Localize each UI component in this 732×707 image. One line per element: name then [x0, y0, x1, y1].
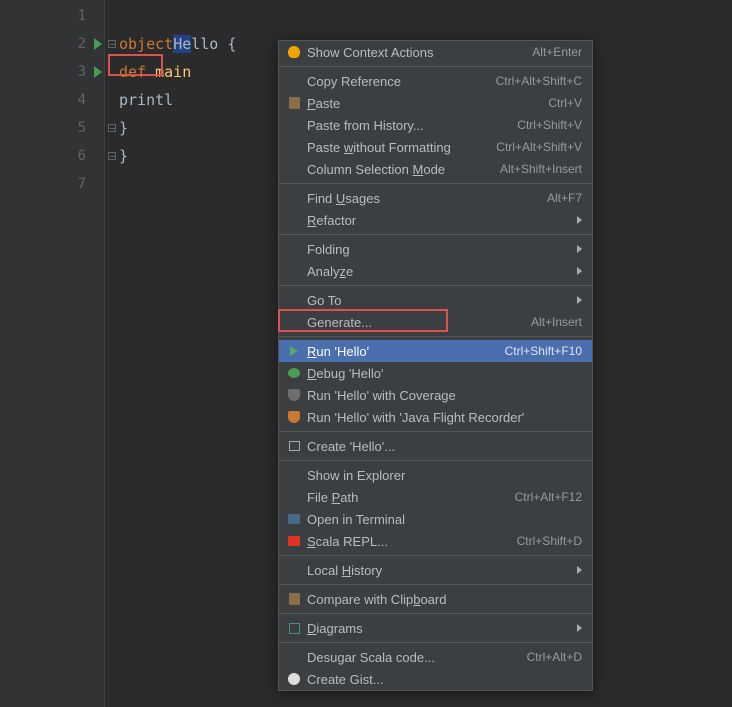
submenu-arrow-icon	[577, 566, 582, 574]
line-number: 7	[78, 176, 86, 192]
terminal-icon	[288, 514, 300, 524]
menu-show-context-actions[interactable]: Show Context Actions Alt+Enter	[279, 41, 592, 63]
line-number: 6	[78, 148, 86, 164]
menu-generate[interactable]: Generate... Alt+Insert	[279, 311, 592, 333]
run-gutter-icon[interactable]	[94, 38, 102, 50]
submenu-arrow-icon	[577, 245, 582, 253]
menu-run-hello[interactable]: Run 'Hello' Ctrl+Shift+F10	[279, 340, 592, 362]
submenu-arrow-icon	[577, 216, 582, 224]
bulb-icon	[288, 46, 300, 58]
clipboard-icon	[289, 593, 300, 605]
menu-debug-hello[interactable]: Debug 'Hello'	[279, 362, 592, 384]
context-menu: Show Context Actions Alt+Enter Copy Refe…	[278, 40, 593, 691]
bug-icon	[288, 368, 300, 378]
line-number: 2	[78, 36, 86, 52]
submenu-arrow-icon	[577, 296, 582, 304]
line-number: 3	[78, 64, 86, 80]
line-number: 1	[78, 8, 86, 24]
scala-icon	[288, 536, 300, 546]
line-number: 5	[78, 120, 86, 136]
create-icon	[289, 441, 300, 451]
line-number: 4	[78, 92, 86, 108]
menu-copy-reference[interactable]: Copy Reference Ctrl+Alt+Shift+C	[279, 70, 592, 92]
menu-refactor[interactable]: Refactor	[279, 209, 592, 231]
menu-scala-repl[interactable]: Scala REPL... Ctrl+Shift+D	[279, 530, 592, 552]
fold-column	[105, 0, 119, 707]
menu-goto[interactable]: Go To	[279, 289, 592, 311]
keyword-object: object	[119, 35, 173, 53]
menu-folding[interactable]: Folding	[279, 238, 592, 260]
fold-marker[interactable]	[108, 152, 116, 160]
menu-separator	[279, 613, 592, 614]
menu-show-explorer[interactable]: Show in Explorer	[279, 464, 592, 486]
menu-separator	[279, 336, 592, 337]
brace: }	[119, 119, 128, 137]
menu-open-terminal[interactable]: Open in Terminal	[279, 508, 592, 530]
submenu-arrow-icon	[577, 624, 582, 632]
menu-separator	[279, 642, 592, 643]
menu-create-hello[interactable]: Create 'Hello'...	[279, 435, 592, 457]
brace: {	[218, 35, 236, 53]
menu-find-usages[interactable]: Find Usages Alt+F7	[279, 187, 592, 209]
menu-separator	[279, 285, 592, 286]
code-text: printl	[119, 91, 173, 109]
fold-marker[interactable]	[108, 40, 116, 48]
menu-separator	[279, 431, 592, 432]
menu-separator	[279, 555, 592, 556]
jfr-icon	[288, 411, 300, 423]
coverage-icon	[288, 389, 300, 401]
menu-column-selection[interactable]: Column Selection Mode Alt+Shift+Insert	[279, 158, 592, 180]
paste-icon	[289, 97, 300, 109]
menu-paste[interactable]: Paste Ctrl+V	[279, 92, 592, 114]
menu-analyze[interactable]: Analyze	[279, 260, 592, 282]
brace: }	[119, 147, 128, 165]
menu-desugar-scala[interactable]: Desugar Scala code... Ctrl+Alt+D	[279, 646, 592, 668]
menu-diagrams[interactable]: Diagrams	[279, 617, 592, 639]
diagram-icon	[289, 623, 300, 634]
menu-file-path[interactable]: File Path Ctrl+Alt+F12	[279, 486, 592, 508]
menu-paste-history[interactable]: Paste from History... Ctrl+Shift+V	[279, 114, 592, 136]
menu-separator	[279, 234, 592, 235]
menu-create-gist[interactable]: Create Gist...	[279, 668, 592, 690]
gutter: 1 2 3 4 5 6 7	[0, 0, 105, 707]
menu-separator	[279, 183, 592, 184]
menu-separator	[279, 66, 592, 67]
annotation-highlight-gutter	[108, 54, 163, 76]
submenu-arrow-icon	[577, 267, 582, 275]
menu-compare-clipboard[interactable]: Compare with Clipboard	[279, 588, 592, 610]
run-gutter-icon[interactable]	[94, 66, 102, 78]
github-icon	[288, 673, 300, 685]
menu-separator	[279, 460, 592, 461]
menu-run-jfr[interactable]: Run 'Hello' with 'Java Flight Recorder'	[279, 406, 592, 428]
play-icon	[290, 346, 298, 356]
menu-paste-plain[interactable]: Paste without Formatting Ctrl+Alt+Shift+…	[279, 136, 592, 158]
fold-marker[interactable]	[108, 124, 116, 132]
menu-local-history[interactable]: Local History	[279, 559, 592, 581]
menu-separator	[279, 584, 592, 585]
menu-run-coverage[interactable]: Run 'Hello' with Coverage	[279, 384, 592, 406]
